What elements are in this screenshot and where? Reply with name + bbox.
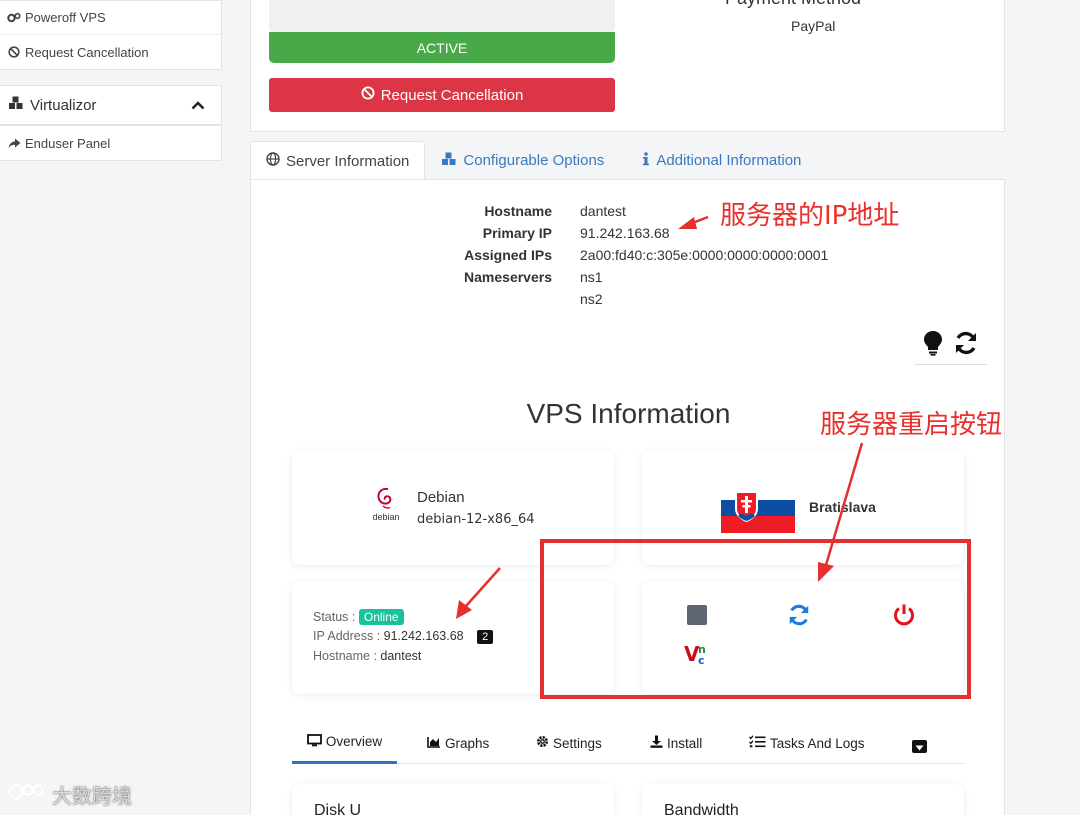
subnav-label: Overview [325, 734, 383, 749]
info-value: 91.242.163.68 [580, 225, 670, 241]
product-graphic [269, 0, 615, 33]
chevron-up-icon[interactable] [191, 97, 205, 114]
sidebar-section-items: Enduser Panel [0, 125, 222, 161]
hostname-label: Hostname : [313, 649, 377, 663]
watermark-logo-icon [8, 781, 48, 808]
bandwidth-title: Bandwidth [664, 802, 739, 815]
ip-label: IP Address : [313, 629, 381, 643]
server-information-panel: Hostname dantest Primary IP 91.242.163.6… [250, 179, 1005, 815]
subnav-label: Settings [553, 735, 602, 751]
ban-icon [361, 86, 375, 104]
panel-tools [915, 327, 987, 365]
info-value: ns2 [580, 291, 603, 307]
tab-label: Additional Information [656, 152, 802, 169]
share-icon [5, 138, 23, 149]
info-value: dantest [580, 203, 626, 219]
info-icon [642, 151, 650, 170]
tab-label: Configurable Options [463, 152, 605, 169]
debian-logo: debian [370, 486, 402, 531]
disk-usage-title: Disk U [314, 802, 362, 815]
info-row-nameserver-2: ns2 [431, 288, 828, 310]
subnav-label: Install [667, 735, 703, 751]
info-key: Primary IP [482, 225, 552, 241]
restart-annotation: 服务器重启按钮 [820, 410, 1003, 440]
location-city: Bratislava [809, 499, 876, 515]
info-key: Nameservers [464, 269, 552, 285]
monitor-icon [306, 733, 322, 750]
subnav-settings[interactable]: Settings [536, 722, 602, 764]
hostname-value: dantest [380, 649, 422, 663]
subnav-more-dropdown[interactable] [912, 740, 927, 753]
tab-configurable-options[interactable]: Configurable Options [425, 141, 620, 180]
sidebar-item-label: Poweroff VPS [25, 10, 106, 25]
service-summary-card: ACTIVE Request Cancellation Payment Meth… [250, 0, 1005, 132]
sidebar-item-request-cancellation[interactable]: Request Cancellation [0, 35, 221, 69]
watermark: 大数跨境 [8, 780, 132, 809]
ip-annotation: 服务器的IP地址 [720, 201, 900, 231]
subnav-overview[interactable]: Overview [292, 722, 397, 764]
refresh-icon[interactable] [953, 330, 979, 361]
subnav-label: Graphs [445, 735, 490, 751]
subnav-label: Tasks And Logs [770, 735, 865, 751]
bandwidth-card: Bandwidth [642, 784, 964, 815]
sidebar-item-poweroff[interactable]: Poweroff VPS [0, 1, 221, 35]
tab-server-information[interactable]: Server Information [250, 141, 426, 180]
sidebar-actions: Poweroff VPS Request Cancellation [0, 0, 222, 70]
payment-method-title: Payment Method [725, 0, 861, 9]
chart-icon [427, 736, 441, 751]
cubes-icon [441, 152, 457, 170]
vps-subnav: Overview Graphs Settings Install Tasks A… [292, 722, 964, 764]
request-cancellation-button[interactable]: Request Cancellation [269, 78, 615, 112]
info-key: Hostname [484, 203, 552, 219]
slovakia-flag-icon [721, 483, 795, 533]
hostname-line: Hostname : dantest [313, 649, 421, 663]
info-row-assigned-ips: Assigned IPs 2a00:fd40:c:305e:0000:0000:… [431, 244, 828, 266]
sidebar-item-enduser-panel[interactable]: Enduser Panel [0, 126, 221, 160]
watermark-text: 大数跨境 [52, 784, 132, 808]
gear-icon [536, 735, 549, 751]
subnav-install[interactable]: Install [650, 722, 702, 764]
request-cancellation-label: Request Cancellation [380, 86, 524, 104]
ip-value: 91.242.163.68 [383, 629, 464, 643]
service-tabs: Server Information Configurable Options … [250, 141, 1005, 180]
download-icon [650, 735, 663, 751]
ip-line: IP Address : 91.242.163.68 2 [313, 629, 494, 644]
os-version: debian-12-x86_64 [417, 512, 535, 527]
sidebar-section-title: Virtualizor [30, 96, 97, 114]
tasks-icon [749, 735, 766, 751]
payment-method-value: PayPal [791, 18, 836, 34]
sidebar-item-label: Request Cancellation [25, 44, 149, 60]
sidebar: Poweroff VPS Request Cancellation Virtua… [0, 0, 222, 161]
subnav-graphs[interactable]: Graphs [427, 722, 489, 764]
os-name: Debian [417, 489, 465, 506]
subnav-tasks-and-logs[interactable]: Tasks And Logs [749, 722, 865, 764]
sidebar-item-label: Enduser Panel [25, 135, 111, 151]
ban-icon [5, 46, 23, 58]
status-line: Status : Online [313, 609, 404, 625]
gears-icon [5, 12, 23, 24]
sidebar-section-virtualizor[interactable]: Virtualizor [0, 85, 222, 125]
disk-usage-card: Disk U [292, 784, 614, 815]
debian-logo-text: debian [372, 512, 400, 522]
controls-highlight-box [540, 539, 971, 699]
caret-down-icon [915, 738, 924, 756]
info-value: ns1 [580, 269, 603, 285]
status-badge: ACTIVE [269, 32, 615, 63]
tab-additional-information[interactable]: Additional Information [620, 141, 817, 180]
info-row-nameservers: Nameservers ns1 [431, 266, 828, 288]
status-label: Status : [313, 610, 356, 624]
cubes-icon [8, 96, 24, 114]
ip-count-badge[interactable]: 2 [477, 630, 494, 644]
lightbulb-icon[interactable] [923, 330, 943, 361]
tab-label: Server Information [286, 152, 410, 170]
info-key: Assigned IPs [464, 247, 552, 263]
globe-icon [266, 152, 280, 170]
online-badge: Online [358, 609, 404, 625]
info-value: 2a00:fd40:c:305e:0000:0000:0000:0001 [580, 247, 829, 263]
